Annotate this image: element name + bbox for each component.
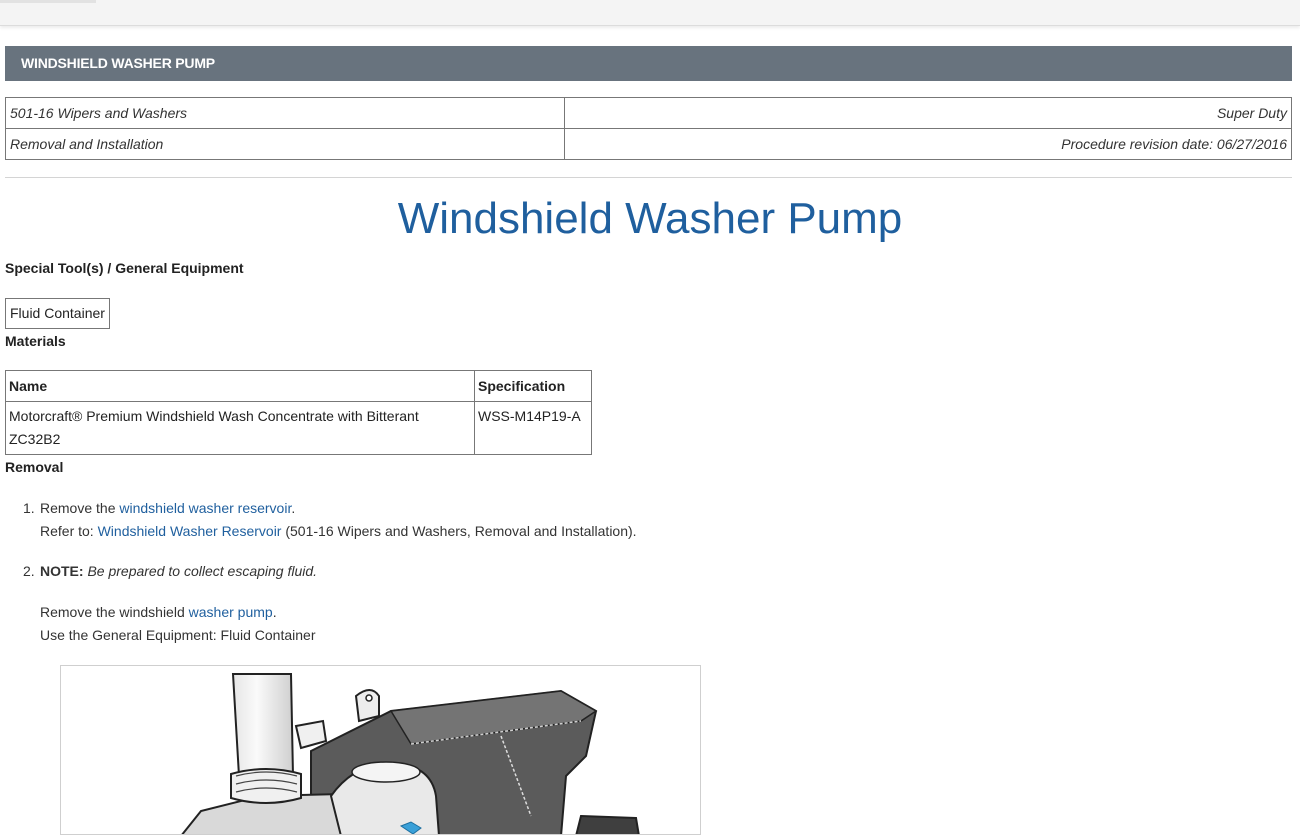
step-text: . (272, 604, 277, 620)
removal-step-2-body: Remove the windshield washer pump. Use t… (40, 601, 315, 647)
info-row: Removal and Installation Procedure revis… (5, 128, 1292, 160)
removal-heading: Removal (5, 459, 64, 475)
revision-date-cell: Procedure revision date: 06/27/2016 (564, 128, 1292, 160)
washer-reservoir-illustration (181, 673, 640, 834)
procedure-type-cell: Removal and Installation (5, 128, 565, 160)
column-header-name: Name (5, 370, 475, 402)
step-reference: Refer to: Windshield Washer Reservoir (5… (40, 520, 637, 543)
removal-step-2: 2. NOTE: Be prepared to collect escaping… (23, 560, 317, 583)
section-cell: 501-16 Wipers and Washers (5, 97, 565, 129)
refer-text: (501-16 Wipers and Washers, Removal and … (281, 523, 637, 539)
table-row: Motorcraft® Premium Windshield Wash Conc… (5, 401, 592, 455)
material-spec-cell: WSS-M14P19-A (474, 401, 592, 455)
materials-header-row: Name Specification (5, 370, 592, 402)
step-instruction: Remove the windshield washer reservoir. (40, 497, 637, 520)
step-instruction: Remove the windshield washer pump. (40, 601, 315, 624)
info-row: 501-16 Wipers and Washers Super Duty (5, 97, 1292, 129)
page-title: Windshield Washer Pump (397, 194, 903, 243)
equipment-item: Fluid Container (5, 298, 110, 329)
step-number: 2. (23, 563, 35, 579)
step-number: 1. (23, 500, 35, 516)
refer-label: Refer to: (40, 523, 98, 539)
tools-heading: Special Tool(s) / General Equipment (5, 260, 244, 276)
divider (5, 177, 1292, 178)
windshield-washer-reservoir-link[interactable]: windshield washer reservoir (119, 500, 291, 516)
vehicle-cell: Super Duty (564, 97, 1292, 129)
step-text: Remove the windshield (40, 604, 189, 620)
column-header-specification: Specification (474, 370, 592, 402)
toolbar-tab-hint (0, 0, 96, 3)
procedure-banner: WINDSHIELD WASHER PUMP (5, 46, 1292, 81)
step-text: Remove the (40, 500, 120, 516)
material-name-cell: Motorcraft® Premium Windshield Wash Conc… (5, 401, 475, 455)
windshield-washer-reservoir-procedure-link[interactable]: Windshield Washer Reservoir (98, 523, 282, 539)
browser-toolbar (0, 0, 1300, 26)
removal-step-1: 1. Remove the windshield washer reservoi… (23, 497, 637, 543)
materials-table: Name Specification Motorcraft® Premium W… (5, 370, 592, 455)
washer-pump-link[interactable]: washer pump (189, 604, 273, 620)
step-text: . (291, 500, 296, 516)
note-text: Be prepared to collect escaping fluid. (87, 563, 318, 579)
note-label: NOTE: (40, 563, 84, 579)
materials-heading: Materials (5, 333, 66, 349)
procedure-illustration[interactable] (60, 665, 701, 835)
step-note: NOTE: Be prepared to collect escaping fl… (40, 560, 317, 583)
step-equipment: Use the General Equipment: Fluid Contain… (40, 627, 316, 643)
procedure-info-table: 501-16 Wipers and Washers Super Duty Rem… (5, 97, 1292, 160)
